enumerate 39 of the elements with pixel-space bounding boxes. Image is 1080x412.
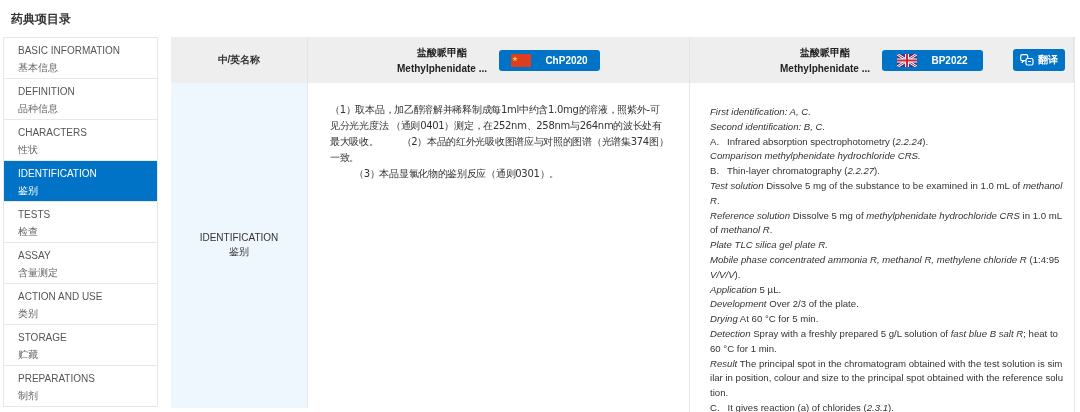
chp-text: （3）本品显氯化物的鉴别反应（通则0301）。: [353, 167, 560, 181]
bp-text: Drying At 60 °C for 5 min.: [710, 312, 820, 327]
drug-name: 盐酸哌甲酯: [800, 46, 850, 60]
sidebar-item[interactable]: ASSAY 含量测定: [4, 243, 157, 284]
bp-text: Development Over 2/3 of the plate.: [710, 297, 860, 312]
bp-text: Detection Spray with a freshly prepared 5 g/L solution of fast blue B salt R; heat to 60 °C for 1 min.: [710, 326, 1059, 356]
bp-text: Mobile phase concentrated ammonia R, methanol R, methylene chloride R (1:4:95 V/V/V).: [710, 252, 1061, 282]
drug-name: 盐酸哌甲酯: [417, 46, 467, 60]
translate-button[interactable]: 翻译: [1013, 49, 1065, 71]
sidebar-item[interactable]: PREPARATIONS 制剂: [4, 366, 157, 407]
sidebar-item[interactable]: IDENTIFICATION 鉴别: [4, 161, 157, 202]
bp-text: Plate TLC silica gel plate R.: [710, 238, 829, 253]
drug-name: Methylphenidate ...: [397, 63, 487, 74]
page-title: 药典项目录: [11, 11, 72, 28]
bp-text: Test solution Dissolve 5 mg of the substance to be examined in 1.0 mL of methanol R.: [710, 179, 1064, 208]
drug-name: Methylphenidate ...: [780, 63, 870, 74]
sidebar-item[interactable]: TESTS 检查: [4, 202, 157, 243]
translate-icon: [1020, 54, 1034, 66]
row-label: IDENTIFICATION: [199, 232, 279, 243]
bp-text: Reference solution Dissolve 5 mg of methylphenidate hydrochloride CRS in 1.0 mL of methanol R.: [710, 208, 1063, 238]
bp-text: First identification: A, C.: [710, 105, 812, 119]
bp-text: Second identification: B, C.: [710, 119, 827, 134]
sidebar-item[interactable]: DEFINITION 品种信息: [4, 79, 157, 120]
flag-icon: [511, 53, 532, 67]
row-label: 鉴别: [229, 245, 249, 259]
sidebar-item[interactable]: BASIC INFORMATION 基本信息: [4, 38, 157, 79]
column-header: 中/英名称: [217, 53, 261, 67]
sidebar-item[interactable]: STORAGE 贮藏: [4, 325, 157, 366]
bp-text: A. Infrared absorption spectrophotometry (2.2.24).: [710, 134, 930, 149]
sidebar-item[interactable]: ACTION AND USE 类别: [4, 284, 157, 325]
chp-text: （1）取本品，加乙醇溶解并稀释制成每1ml中约含1.0mg的溶液，照紫外-可见分光光度法 （通则0401）测定，在252nm、258nm与264nm的波长处有最大吸收。 （2）本品的红外光吸收图谱应与对照的图谱（光谱集374图）一致。: [330, 103, 669, 165]
flag-icon: [897, 53, 918, 67]
bp-text: Comparison methylphenidate hydrochloride CRS.: [710, 149, 922, 164]
bp-text: B. Thin-layer chromatography (2.2.27).: [710, 164, 881, 179]
bp-text: Application 5 µL.: [710, 282, 783, 297]
edition-button[interactable]: ChP2020: [499, 49, 600, 71]
edition-button[interactable]: BP2022: [882, 49, 983, 71]
bp-text: Result The principal spot in the chromatogram obtained with the test solution is similar in position, colour and size to the principal spot obtained with the reference solution.: [710, 356, 1064, 401]
bp-text: C. It gives reaction (a) of chlorides (2.3.1).: [710, 400, 895, 412]
